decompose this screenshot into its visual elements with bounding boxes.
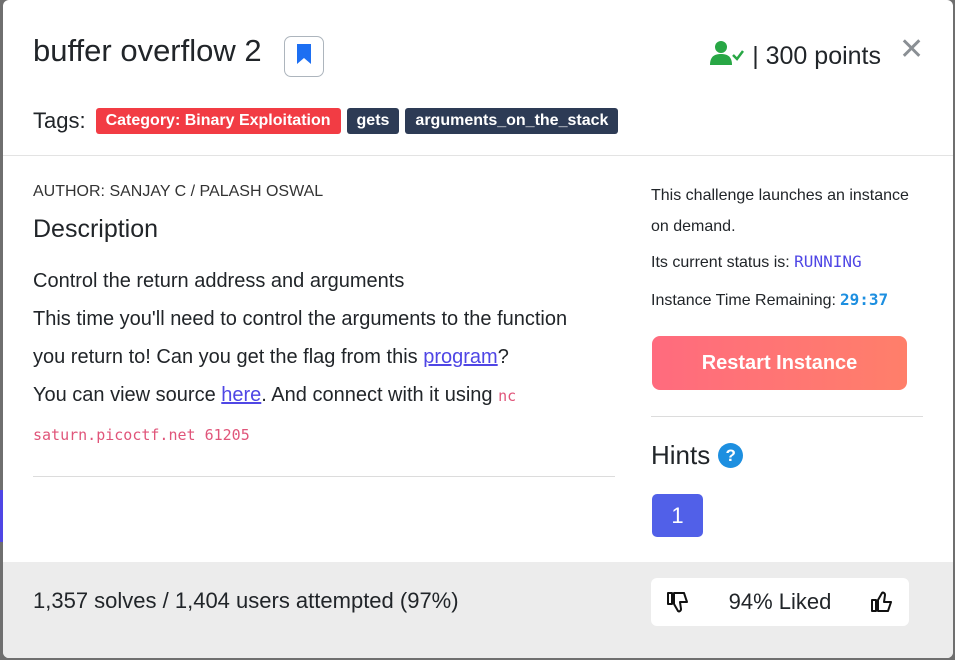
challenge-modal: buffer overflow 2 | 300 points ✕ Tags: C… — [3, 0, 953, 658]
connection-host: saturn.picoctf.net 61205 — [33, 426, 250, 444]
description-body: Control the return address and arguments… — [33, 262, 615, 454]
divider — [33, 476, 615, 477]
description-text: ? — [497, 346, 509, 368]
tag-arguments-on-the-stack[interactable]: arguments_on_the_stack — [405, 108, 619, 134]
description-line-5: saturn.picoctf.net 61205 — [33, 415, 615, 454]
divider — [651, 416, 923, 417]
restart-instance-button[interactable]: Restart Instance — [652, 336, 907, 390]
tag-gets[interactable]: gets — [346, 108, 400, 134]
instance-launch-text: This challenge launches an instance on d… — [651, 187, 909, 235]
modal-header: buffer overflow 2 | 300 points ✕ Tags: C… — [3, 0, 953, 156]
status-value: RUNNING — [794, 252, 862, 271]
description-heading: Description — [33, 215, 159, 243]
thumbs-down-icon[interactable] — [665, 589, 691, 615]
hints-heading-row: Hints ? — [651, 440, 744, 471]
description-text: You can view source — [33, 384, 222, 406]
points-display: | 300 points — [710, 40, 881, 73]
time-remaining-label: Instance Time Remaining: — [651, 292, 836, 309]
challenge-title: buffer overflow 2 — [33, 33, 262, 68]
time-remaining-value: 29:37 — [839, 290, 889, 309]
description-panel: AUTHOR: SANJAY C / PALASH OSWAL Descript… — [33, 183, 615, 454]
bookmark-button[interactable] — [284, 36, 324, 77]
tags-label: Tags: — [33, 108, 86, 133]
liked-percentage: 94% Liked — [728, 589, 832, 614]
description-line-4: You can view source here. And connect wi… — [33, 376, 615, 415]
modal-footer: 1,357 solves / 1,404 users attempted (97… — [3, 562, 953, 658]
program-link[interactable]: program — [423, 346, 497, 368]
description-line-1: Control the return address and arguments — [33, 270, 405, 292]
close-button[interactable]: ✕ — [899, 33, 925, 66]
thumbs-up-icon[interactable] — [869, 589, 895, 615]
points-label: | 300 points — [752, 42, 881, 70]
rating-widget: 94% Liked — [651, 578, 909, 626]
bookmark-icon — [296, 43, 312, 70]
tags-row: Tags: Category: Binary Exploitation gets… — [33, 108, 619, 134]
description-line-3: you return to! Can you get the flag from… — [33, 338, 615, 376]
tag-category[interactable]: Category: Binary Exploitation — [95, 108, 341, 134]
hints-heading: Hints — [651, 440, 711, 470]
description-text: . And connect with it using — [261, 384, 499, 406]
time-remaining-line: Instance Time Remaining: 29:37 — [651, 290, 923, 310]
solves-stats: 1,357 solves / 1,404 users attempted (97… — [33, 588, 459, 613]
hint-button-1[interactable]: 1 — [652, 494, 703, 537]
nc-command: nc — [498, 387, 517, 405]
help-icon[interactable]: ? — [718, 443, 744, 468]
instance-panel: This challenge launches an instance on d… — [651, 180, 923, 310]
instance-status-line: Its current status is: RUNNING — [651, 246, 923, 278]
author-line: AUTHOR: SANJAY C / PALASH OSWAL — [33, 183, 324, 200]
source-link[interactable]: here — [221, 384, 261, 406]
description-line-2: This time you'll need to control the arg… — [33, 308, 568, 330]
close-icon: ✕ — [899, 33, 925, 66]
description-text: you return to! Can you get the flag from… — [33, 346, 424, 368]
status-prefix: Its current status is: — [651, 254, 790, 271]
user-check-icon — [710, 40, 745, 73]
